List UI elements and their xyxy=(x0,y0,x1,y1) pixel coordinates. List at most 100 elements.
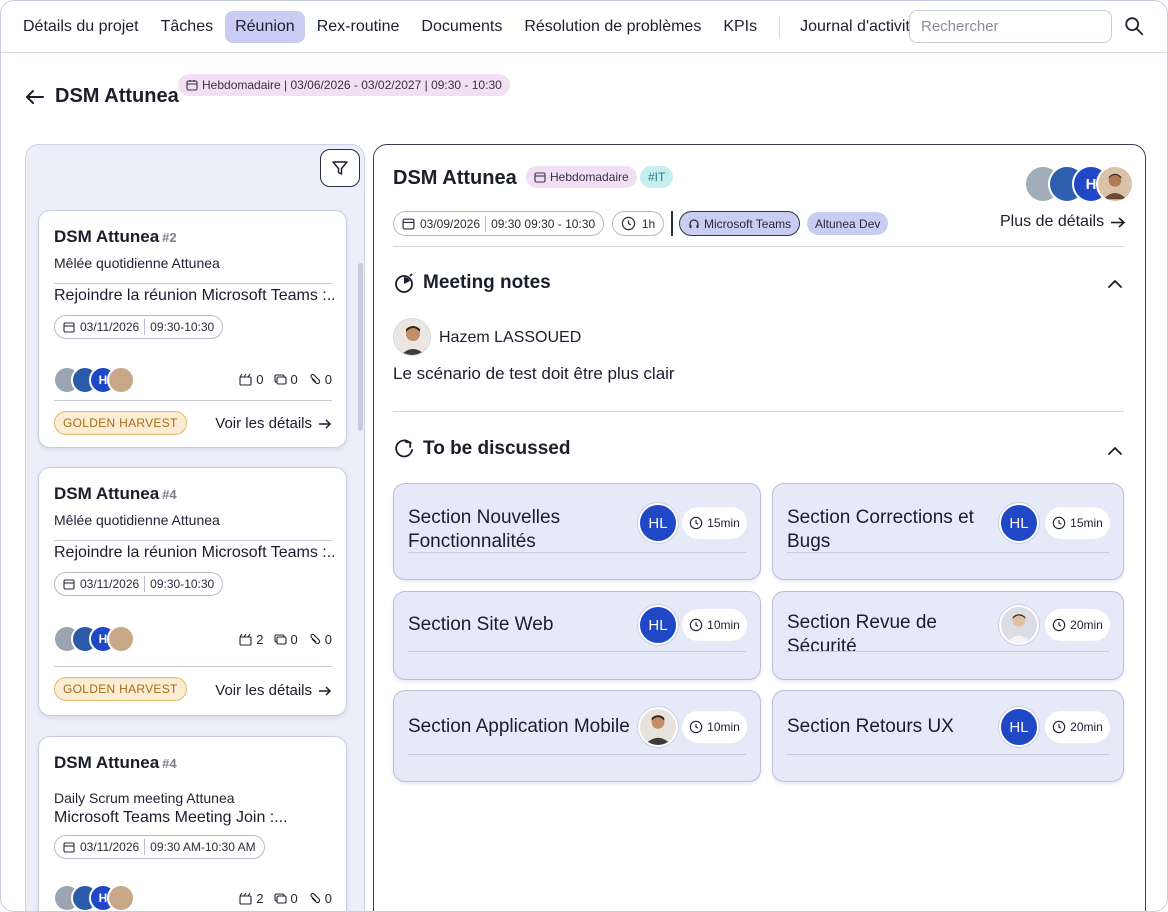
stat-attachments: 0 xyxy=(308,891,332,906)
chat-icon xyxy=(273,893,287,904)
meeting-card[interactable]: DSM Attunea #4 Daily Scrum meeting Attune… xyxy=(38,736,347,911)
discussion-card[interactable]: Section Application Mobile 10min xyxy=(393,690,761,782)
calendar-icon xyxy=(402,218,415,230)
stat-actions: 2 xyxy=(239,632,264,647)
view-details-link[interactable]: Voir les détails xyxy=(215,415,332,432)
meeting-title: DSM Attunea xyxy=(393,167,517,189)
avatar xyxy=(107,366,135,394)
more-details-link[interactable]: Plus de détails xyxy=(1000,213,1126,231)
meeting-stats: 2 0 0 xyxy=(229,632,332,647)
divider xyxy=(787,754,1109,755)
avatar xyxy=(107,625,135,653)
meeting-card-subtitle: Daily Scrum meeting Attunea xyxy=(54,790,235,806)
meeting-date-pill: 03/09/2026 09:30 09:30 - 10:30 xyxy=(393,211,605,236)
divider xyxy=(408,754,746,755)
divider xyxy=(408,552,746,553)
search-icon[interactable] xyxy=(1123,15,1145,37)
platform-pill[interactable]: Microsoft Teams xyxy=(679,211,801,236)
discussion-card[interactable]: Section Site Web HL 10min xyxy=(393,591,761,680)
tab-details-projet[interactable]: Détails du projet xyxy=(13,11,149,43)
clapper-icon xyxy=(239,633,252,646)
person-icon xyxy=(644,715,672,745)
meeting-card-title: DSM Attunea #4 xyxy=(54,484,177,503)
recurrence-badge: Hebdomadaire | 03/06/2026 - 03/02/2027 |… xyxy=(178,74,510,96)
divider xyxy=(393,411,1124,412)
divider xyxy=(671,211,673,236)
note-text: Le scénario de test doit être plus clair xyxy=(393,364,675,383)
calendar-icon xyxy=(186,80,198,91)
discussion-card[interactable]: Section Revue de Sécurité 20min xyxy=(772,591,1124,680)
divider xyxy=(54,540,332,541)
filter-icon xyxy=(332,161,348,175)
back-arrow-icon[interactable] xyxy=(23,85,47,109)
tab-taches[interactable]: Tâches xyxy=(151,11,223,43)
category-tag: #IT xyxy=(640,166,674,188)
discussion-card[interactable]: Section Nouvelles Fonctionnalités HL 15m… xyxy=(393,483,761,580)
arrow-right-icon xyxy=(319,685,332,696)
meeting-join-link[interactable]: Rejoindre la réunion Microsoft Teams :..… xyxy=(54,287,334,305)
project-badge: GOLDEN HARVEST xyxy=(54,411,187,435)
tab-reunion[interactable]: Réunion xyxy=(225,10,305,43)
clapper-icon xyxy=(239,373,252,386)
meeting-card[interactable]: DSM Attunea #4 Mêlée quotidienne Attunea … xyxy=(38,467,347,716)
owner-avatar: HL xyxy=(999,503,1039,543)
duration-badge: 10min xyxy=(682,609,747,641)
meeting-join-link[interactable]: Rejoindre la réunion Microsoft Teams :..… xyxy=(54,544,334,562)
meeting-date-pill: 03/11/2026 09:30-10:30 xyxy=(54,572,224,596)
tab-resolution-problemes[interactable]: Résolution de problèmes xyxy=(514,11,711,43)
stat-comments: 0 xyxy=(273,891,298,906)
stat-comments: 0 xyxy=(273,372,298,387)
chat-icon xyxy=(273,374,287,385)
page-title: DSM Attunea xyxy=(55,85,179,107)
duration-badge: 15min xyxy=(1045,507,1110,539)
owner-avatar: HL xyxy=(638,503,678,543)
meeting-stats: 0 0 0 xyxy=(229,372,332,387)
stat-actions: 0 xyxy=(239,372,264,387)
meeting-notes-header[interactable]: Meeting notes xyxy=(393,272,551,294)
project-badge: GOLDEN HARVEST xyxy=(54,677,187,701)
discussion-title: Section Application Mobile xyxy=(408,716,630,737)
participant-avatars: H xyxy=(53,366,135,394)
discussion-card[interactable]: Section Corrections et Bugs HL 15min xyxy=(772,483,1124,580)
meeting-card[interactable]: DSM Attunea #2 Mêlée quotidienne Attunea … xyxy=(38,210,347,448)
discussion-title: Section Site Web xyxy=(408,614,554,635)
chat-icon xyxy=(273,634,287,645)
to-be-discussed-header[interactable]: To be discussed xyxy=(393,438,570,460)
stat-attachments: 0 xyxy=(308,372,332,387)
meeting-join-link[interactable]: Microsoft Teams Meeting Join :... xyxy=(54,809,334,827)
paperclip-icon xyxy=(310,373,320,385)
discussion-title: Section Corrections et Bugs xyxy=(787,507,974,552)
stat-actions: 2 xyxy=(239,891,264,906)
recurrence-tag: Hebdomadaire xyxy=(526,166,637,188)
clock-icon xyxy=(1052,516,1066,530)
chevron-up-icon[interactable] xyxy=(1105,441,1125,461)
duration-badge: 20min xyxy=(1045,609,1110,641)
paperclip-icon xyxy=(310,892,320,904)
note-author: Hazem LASSOUED xyxy=(439,329,582,346)
owner-avatar xyxy=(999,605,1039,645)
divider xyxy=(408,651,746,652)
filter-button[interactable] xyxy=(320,149,360,187)
discussion-card[interactable]: Section Retours UX HL 20min xyxy=(772,690,1124,782)
divider xyxy=(787,552,1109,553)
tab-journal-activite[interactable]: Journal d'activité xyxy=(790,11,929,43)
duration-pill: 1h xyxy=(612,211,664,236)
tab-rex-routine[interactable]: Rex-routine xyxy=(307,11,410,43)
meeting-card-subtitle: Mêlée quotidienne Attunea xyxy=(54,512,220,528)
nav-divider xyxy=(779,15,781,38)
tab-documents[interactable]: Documents xyxy=(411,11,512,43)
participant-avatars: H xyxy=(53,884,135,911)
tab-kpis[interactable]: KPIs xyxy=(713,11,767,43)
owner-avatar xyxy=(638,707,678,747)
calendar-icon xyxy=(63,322,75,333)
clock-icon xyxy=(689,516,703,530)
divider xyxy=(393,246,1124,247)
app-frame: Détails du projet Tâches Réunion Rex-rou… xyxy=(0,0,1168,912)
search-input[interactable]: Rechercher xyxy=(909,10,1112,43)
paperclip-icon xyxy=(310,633,320,645)
scrollbar[interactable] xyxy=(358,263,363,431)
chevron-up-icon[interactable] xyxy=(1105,274,1125,294)
divider xyxy=(54,666,332,667)
avatar xyxy=(1096,165,1134,203)
view-details-link[interactable]: Voir les détails xyxy=(215,682,332,699)
